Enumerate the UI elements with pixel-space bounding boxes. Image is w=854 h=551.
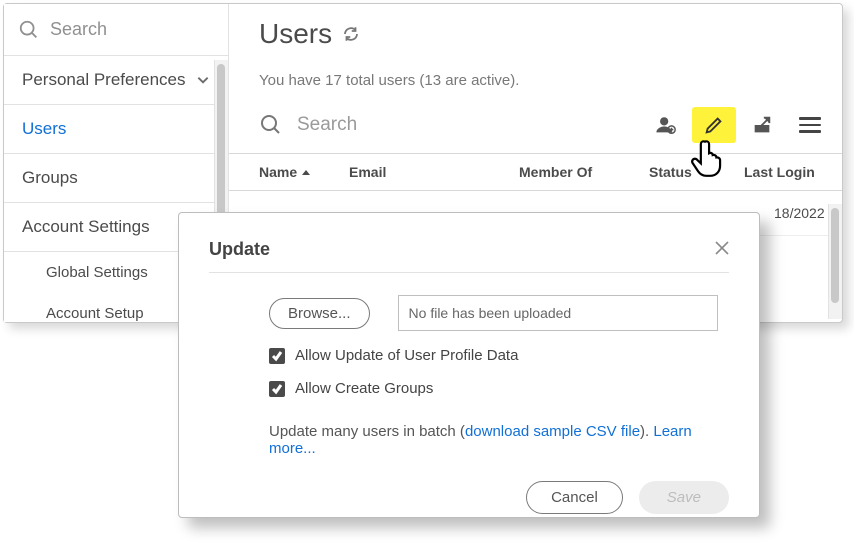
- browse-button[interactable]: Browse...: [269, 298, 370, 329]
- checkbox-label: Allow Create Groups: [295, 380, 433, 397]
- checkbox-icon: [269, 381, 285, 397]
- col-last-login[interactable]: Last Login: [744, 164, 842, 180]
- nav-label: Personal Preferences: [22, 70, 185, 90]
- dialog-actions: Cancel Save: [209, 481, 729, 514]
- hint-text: Update many users in batch (: [269, 423, 465, 440]
- search-icon: [18, 19, 40, 41]
- sidebar-search[interactable]: Search: [4, 4, 228, 56]
- dialog-hint: Update many users in batch (download sam…: [269, 423, 729, 457]
- menu-button[interactable]: [788, 107, 832, 143]
- sidebar-search-placeholder: Search: [50, 19, 107, 40]
- page-title: Users: [229, 18, 842, 50]
- checkbox-label: Allow Update of User Profile Data: [295, 347, 518, 364]
- cancel-button[interactable]: Cancel: [526, 481, 623, 514]
- nav-label: Groups: [22, 168, 78, 188]
- main-scrollbar[interactable]: [828, 204, 842, 319]
- sort-asc-icon: [301, 167, 311, 177]
- toolbar: Search: [229, 89, 842, 153]
- file-status-field: No file has been uploaded: [398, 295, 718, 331]
- checkbox-allow-groups[interactable]: Allow Create Groups: [269, 380, 729, 397]
- close-icon: [715, 241, 729, 255]
- toolbar-search[interactable]: Search: [259, 113, 644, 137]
- toolbar-search-placeholder: Search: [297, 114, 357, 136]
- file-row: Browse... No file has been uploaded: [269, 295, 729, 331]
- toolbar-actions: [644, 107, 842, 143]
- page-title-text: Users: [259, 18, 332, 50]
- col-name[interactable]: Name: [229, 164, 349, 180]
- search-icon: [259, 113, 283, 137]
- checkbox-allow-profile[interactable]: Allow Update of User Profile Data: [269, 347, 729, 364]
- download-sample-link[interactable]: download sample CSV file: [465, 423, 640, 440]
- chevron-down-icon: [196, 73, 210, 87]
- cell-last-login: 18/2022: [774, 205, 825, 221]
- scrollbar-thumb[interactable]: [217, 64, 225, 224]
- nav-label: Account Settings: [22, 217, 150, 237]
- refresh-icon[interactable]: [342, 25, 360, 43]
- scrollbar-thumb[interactable]: [831, 208, 839, 303]
- col-email[interactable]: Email: [349, 164, 519, 180]
- nav-label: Users: [22, 119, 66, 139]
- dialog-close-button[interactable]: [715, 239, 729, 260]
- save-button: Save: [639, 481, 729, 514]
- sidebar-item-users[interactable]: Users: [4, 105, 228, 154]
- status-line: You have 17 total users (13 are active).: [229, 50, 842, 89]
- checkbox-icon: [269, 348, 285, 364]
- col-name-label: Name: [259, 164, 297, 180]
- col-member-of[interactable]: Member Of: [519, 164, 649, 180]
- hamburger-icon: [799, 117, 821, 133]
- add-user-button[interactable]: [644, 107, 688, 143]
- export-button[interactable]: [740, 107, 784, 143]
- sidebar-item-personal-preferences[interactable]: Personal Preferences: [4, 56, 228, 105]
- table-header: Name Email Member Of Status Last Login: [229, 153, 842, 191]
- edit-button[interactable]: [692, 107, 736, 143]
- sidebar-item-groups[interactable]: Groups: [4, 154, 228, 203]
- pencil-icon: [703, 114, 725, 136]
- hint-text: ).: [640, 423, 653, 440]
- export-icon: [751, 114, 773, 136]
- dialog-header: Update: [209, 239, 729, 273]
- dialog-title: Update: [209, 239, 270, 260]
- col-status[interactable]: Status: [649, 164, 744, 180]
- add-user-icon: [655, 114, 677, 136]
- update-dialog: Update Browse... No file has been upload…: [178, 212, 760, 518]
